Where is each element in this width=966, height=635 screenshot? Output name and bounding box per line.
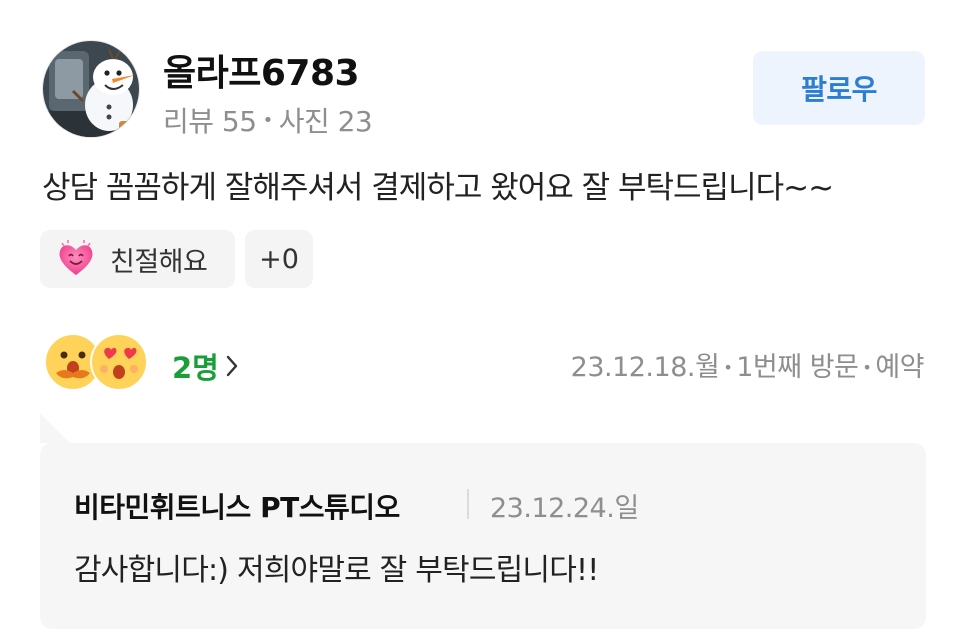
separator-dot: • [723, 358, 733, 377]
owner-reply-box [40, 443, 926, 629]
photo-count: 사진 23 [278, 105, 373, 138]
review-body: 상담 꼼꼼하게 잘해주셔서 결제하고 왔어요 잘 부탁드립니다~~ [42, 170, 834, 206]
olaf-avatar-photo [43, 41, 139, 137]
keyword-chip-label: 친절해요 [110, 246, 208, 278]
reply-text: 감사합니다:) 저희야말로 잘 부탁드립니다!! [74, 553, 599, 588]
heart-eyes-face-icon [90, 333, 148, 391]
keyword-more-chip[interactable]: +0 [245, 230, 313, 288]
reaction-count: 2명 [172, 351, 219, 385]
separator-dot: • [262, 109, 274, 131]
chevron-right-icon [226, 355, 238, 377]
user-stats: 리뷰 55 • 사진 23 [163, 100, 373, 140]
reaction-count-link[interactable]: 2명 [172, 345, 239, 387]
follow-button[interactable]: 팔로우 [753, 51, 925, 125]
visit-type: 예약 [875, 352, 924, 383]
visit-count: 1번째 방문 [736, 352, 859, 383]
review-card: 올라프6783 리뷰 55 • 사진 23 팔로우 상담 꼼꼼하게 잘해주셔서 결제… [0, 0, 966, 635]
visit-date: 23.12.18.월 [570, 352, 720, 383]
smiling-heart-icon [59, 240, 93, 275]
owner-name: 비타민휘트니스 PT스튜디오 [74, 491, 400, 524]
user-avatar[interactable] [42, 40, 140, 138]
username[interactable]: 올라프6783 [163, 44, 360, 96]
review-count: 리뷰 55 [163, 105, 257, 138]
reply-date: 23.12.24.일 [490, 493, 639, 524]
visit-info: 23.12.18.월 • 1번째 방문 • 예약 [570, 345, 925, 384]
reply-bubble-tail [40, 413, 70, 443]
keyword-chip-kind[interactable]: 친절해요 [40, 230, 235, 288]
separator-dot: • [862, 358, 872, 377]
reaction-avatars[interactable] [44, 333, 149, 393]
reply-divider [467, 489, 469, 519]
